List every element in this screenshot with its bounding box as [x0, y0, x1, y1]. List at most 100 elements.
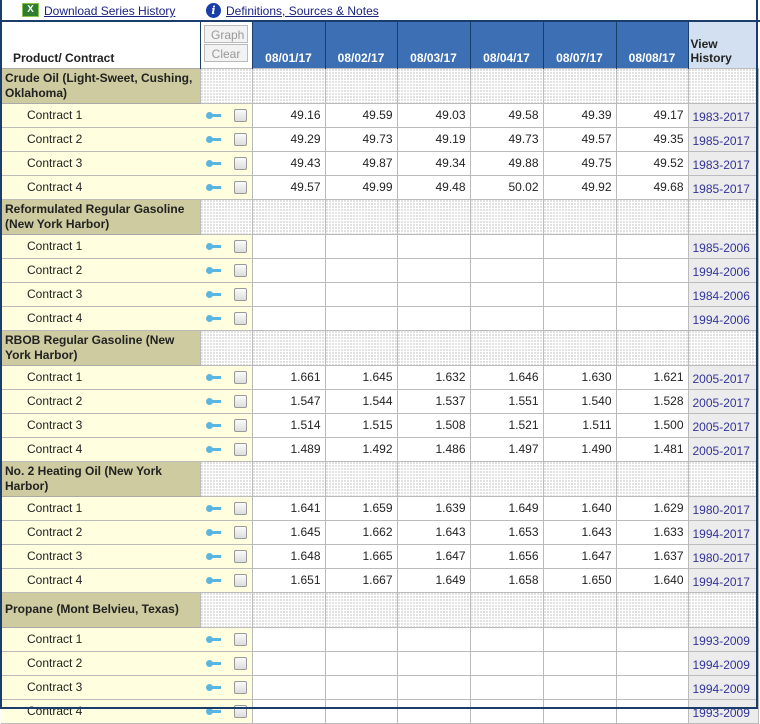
- key-icon[interactable]: [206, 707, 222, 716]
- key-icon[interactable]: [206, 552, 222, 561]
- key-icon[interactable]: [206, 421, 222, 430]
- excel-icon[interactable]: X: [22, 3, 39, 17]
- key-icon[interactable]: [206, 504, 222, 513]
- view-history-link[interactable]: 1993-2009: [687, 698, 759, 724]
- contract-tools: [200, 413, 253, 438]
- graph-checkbox[interactable]: [234, 288, 247, 302]
- view-history-link[interactable]: 1984-2006: [687, 281, 759, 307]
- view-history-link[interactable]: 1985-2017: [687, 174, 759, 200]
- price-cell: 1.528: [615, 388, 689, 414]
- view-history-link[interactable]: 1985-2017: [687, 126, 759, 152]
- view-history-link[interactable]: 1994-2009: [687, 650, 759, 676]
- graph-checkbox[interactable]: [234, 550, 247, 564]
- price-cell: 49.75: [542, 150, 617, 176]
- graph-checkbox[interactable]: [234, 109, 247, 123]
- group-fill-cell: [396, 329, 471, 366]
- key-icon[interactable]: [206, 290, 222, 299]
- graph-checkbox[interactable]: [234, 443, 247, 457]
- key-icon[interactable]: [206, 635, 222, 644]
- view-history-link[interactable]: 2005-2017: [687, 364, 759, 390]
- contract-row: Contract 3 49.43 49.87 49.34 49.88 49.75 49.52…: [1, 150, 759, 176]
- key-icon[interactable]: [206, 445, 222, 454]
- graph-checkbox[interactable]: [234, 157, 247, 171]
- price-cell: [542, 650, 617, 676]
- price-cell: [469, 626, 544, 652]
- futures-prices-table: Product/ Contract Graph Clear 08/01/17 0…: [1, 22, 759, 724]
- contract-row: Contract 1 1985-2006: [1, 233, 759, 259]
- key-icon[interactable]: [206, 314, 222, 323]
- contract-row: Contract 2 1994-2009: [1, 650, 759, 676]
- graph-checkbox[interactable]: [234, 502, 247, 516]
- contract-row: Contract 2 1.645 1.662 1.643 1.653 1.643 1.633…: [1, 519, 759, 545]
- key-icon[interactable]: [206, 111, 222, 120]
- contract-tools: [200, 496, 253, 521]
- key-icon[interactable]: [206, 397, 222, 406]
- price-cell: [324, 674, 398, 700]
- graph-checkbox[interactable]: [234, 419, 247, 433]
- key-icon[interactable]: [206, 373, 222, 382]
- price-cell: [251, 650, 326, 676]
- view-history-link[interactable]: 2005-2017: [687, 436, 759, 462]
- price-cell: [615, 281, 689, 307]
- contract-tools: [200, 175, 253, 200]
- key-icon[interactable]: [206, 183, 222, 192]
- graph-checkbox[interactable]: [234, 574, 247, 588]
- graph-checkbox[interactable]: [234, 181, 247, 195]
- view-history-link[interactable]: 1983-2017: [687, 150, 759, 176]
- graph-checkbox[interactable]: [234, 681, 247, 695]
- view-history-link[interactable]: 1994-2017: [687, 567, 759, 593]
- price-cell: 1.489: [251, 436, 326, 462]
- info-icon[interactable]: i: [206, 3, 221, 18]
- group-name: Reformulated Regular Gasoline (New York …: [1, 198, 200, 235]
- contract-row: Contract 3 1994-2009: [1, 674, 759, 700]
- price-cell: 1.645: [324, 364, 398, 390]
- key-icon[interactable]: [206, 576, 222, 585]
- key-icon[interactable]: [206, 683, 222, 692]
- graph-checkbox[interactable]: [234, 395, 247, 409]
- view-history-link[interactable]: 1985-2006: [687, 233, 759, 259]
- group-fill-cell: [687, 329, 759, 366]
- clear-button[interactable]: Clear: [204, 44, 248, 62]
- view-history-link[interactable]: 1983-2017: [687, 102, 759, 128]
- view-history-link[interactable]: 2005-2017: [687, 388, 759, 414]
- graph-checkbox[interactable]: [234, 240, 247, 254]
- price-cell: 1.633: [615, 519, 689, 545]
- group-fill-cell: [542, 329, 617, 366]
- graph-checkbox[interactable]: [234, 526, 247, 540]
- product-contract-header: Product/ Contract: [1, 22, 201, 68]
- view-history-link[interactable]: 1980-2017: [687, 543, 759, 569]
- graph-checkbox[interactable]: [234, 633, 247, 647]
- key-icon[interactable]: [206, 242, 222, 251]
- key-icon[interactable]: [206, 159, 222, 168]
- view-history-link[interactable]: 1980-2017: [687, 495, 759, 521]
- key-icon[interactable]: [206, 135, 222, 144]
- group-fill-cell: [251, 460, 326, 497]
- group-name: Crude Oil (Light-Sweet, Cushing, Oklahom…: [1, 67, 200, 104]
- view-history-link[interactable]: 1994-2006: [687, 257, 759, 283]
- graph-checkbox[interactable]: [234, 657, 247, 671]
- key-icon[interactable]: [206, 659, 222, 668]
- view-history-link[interactable]: 1994-2006: [687, 305, 759, 331]
- key-icon[interactable]: [206, 266, 222, 275]
- contract-tools: [200, 365, 253, 390]
- view-history-link[interactable]: 1994-2009: [687, 674, 759, 700]
- group-row: Reformulated Regular Gasoline (New York …: [1, 198, 759, 235]
- group-fill-cell: [251, 329, 326, 366]
- definitions-sources-notes-link[interactable]: Definitions, Sources & Notes: [226, 4, 379, 18]
- graph-button[interactable]: Graph: [204, 25, 248, 43]
- graph-checkbox[interactable]: [234, 705, 247, 719]
- view-history-link[interactable]: 2005-2017: [687, 412, 759, 438]
- price-cell: [469, 698, 544, 724]
- price-cell: [324, 281, 398, 307]
- graph-checkbox[interactable]: [234, 133, 247, 147]
- graph-checkbox[interactable]: [234, 371, 247, 385]
- view-history-link[interactable]: 1994-2017: [687, 519, 759, 545]
- graph-checkbox[interactable]: [234, 264, 247, 278]
- group-fill-cell: [251, 67, 326, 104]
- download-series-history-link[interactable]: Download Series History: [44, 4, 175, 18]
- view-history-link[interactable]: 1993-2009: [687, 626, 759, 652]
- key-icon[interactable]: [206, 528, 222, 537]
- price-cell: 1.640: [542, 495, 617, 521]
- date-header: 08/08/17: [615, 22, 688, 68]
- graph-checkbox[interactable]: [234, 312, 247, 326]
